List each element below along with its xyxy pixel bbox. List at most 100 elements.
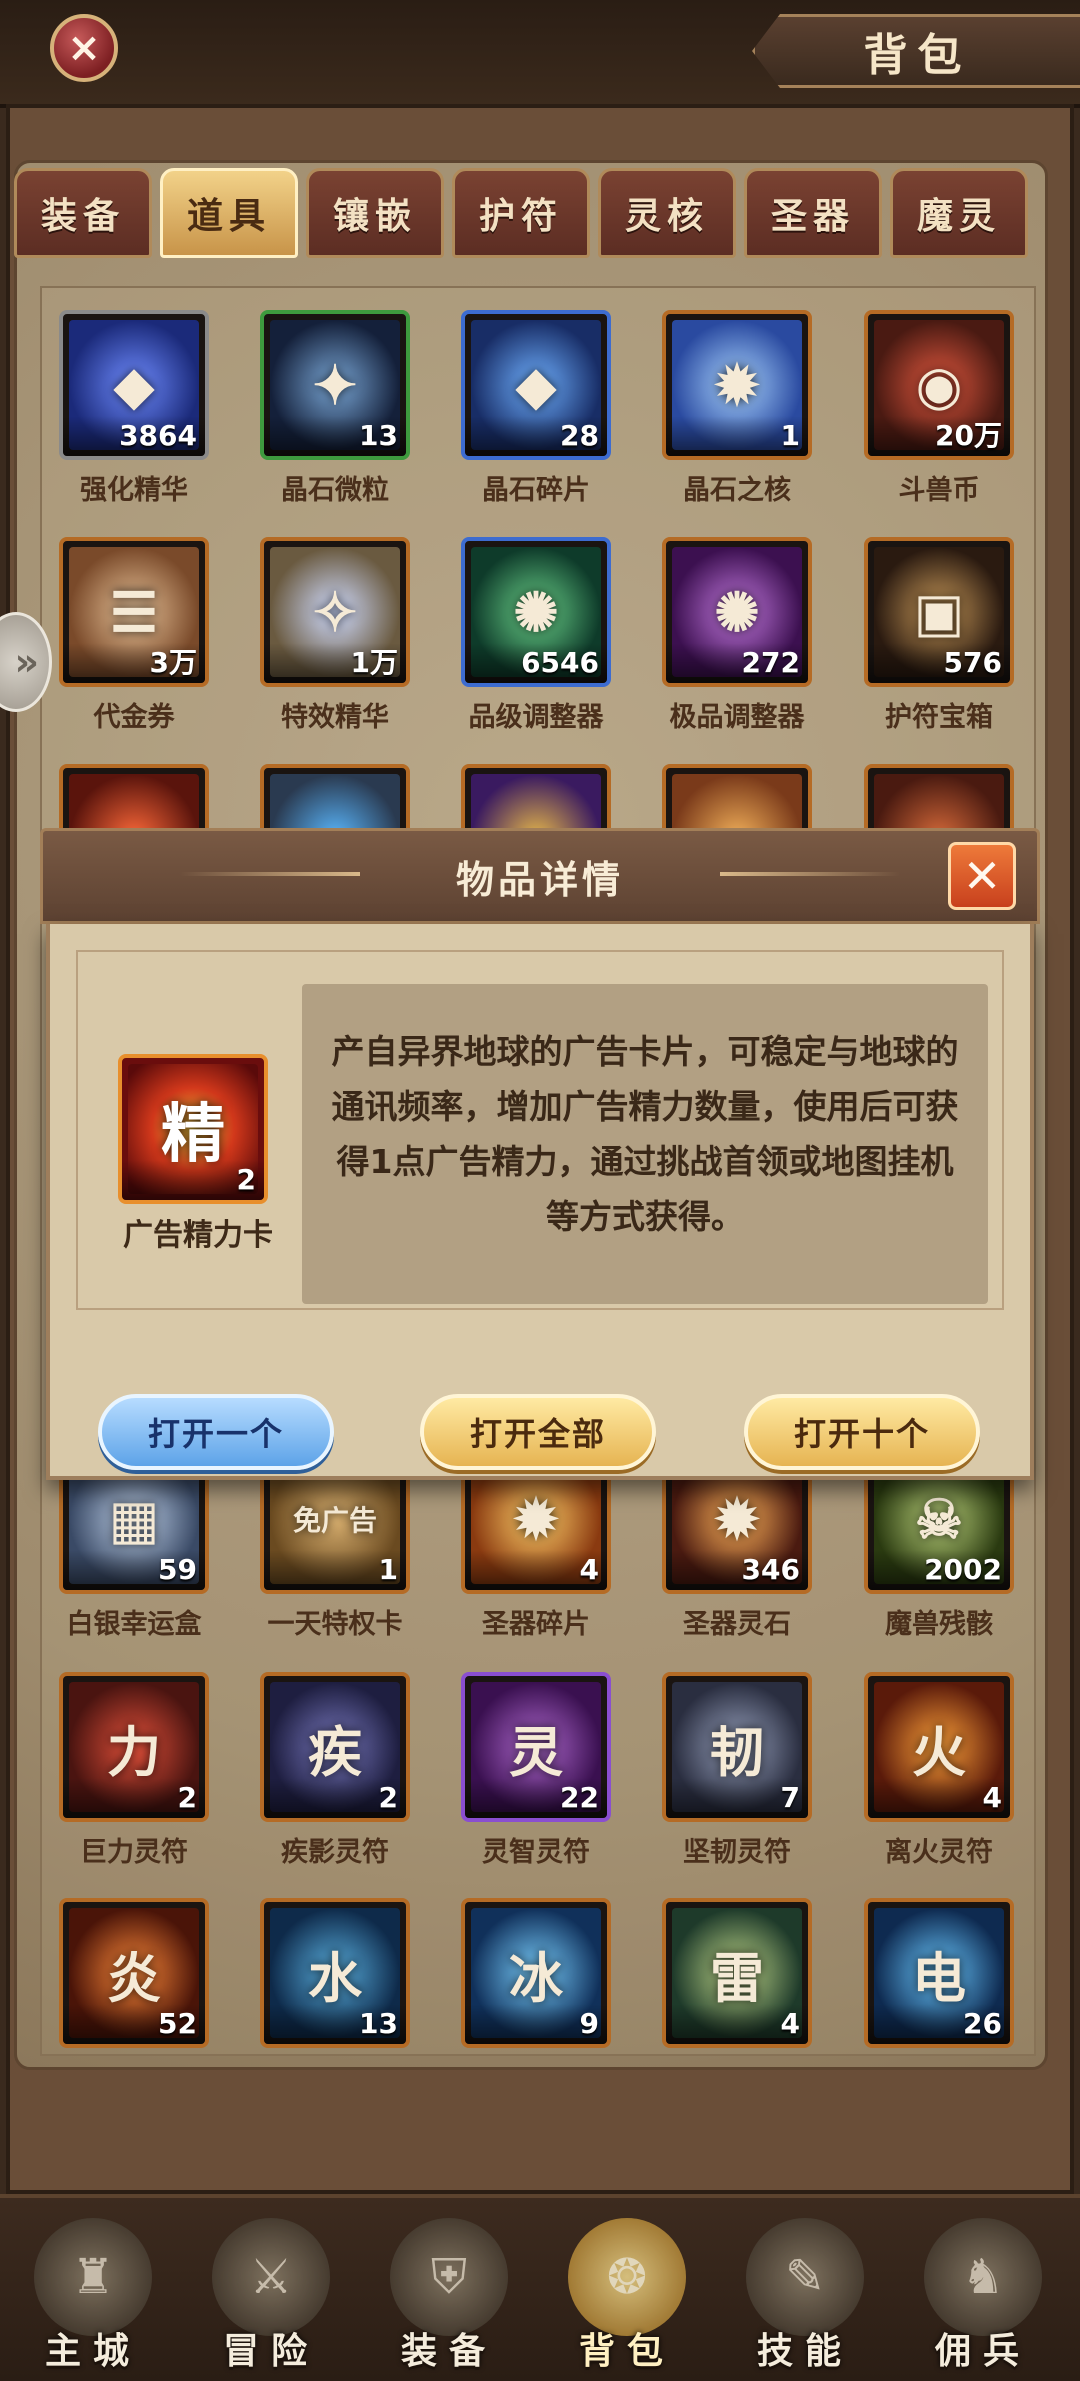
item-slot[interactable]: ✧ 1万特效精华 <box>260 537 410 733</box>
item-slot[interactable]: 力 2 巨力灵符 <box>59 1672 209 1868</box>
description-box: 产自异界地球的广告卡片，可稳定与地球的通讯频率，增加广告精力数量，使用后可获得1… <box>302 984 988 1304</box>
item-frame: 炎 52 <box>59 1898 209 2048</box>
item-slot[interactable]: ✹ 1 晶石之核 <box>662 310 812 506</box>
open-all-button[interactable]: 打开全部 <box>420 1394 656 1470</box>
helmet-icon: ⛨ <box>390 2218 508 2336</box>
open-ten-button[interactable]: 打开十个 <box>744 1394 980 1470</box>
item-count: 2002 <box>868 1550 1010 1590</box>
item-name: 极品调整器 <box>669 702 805 733</box>
item-frame: ◆ 3864 <box>59 310 209 460</box>
bottom-nav: ♜ 主城 ⚔ 冒险 ⛨ 装备 ❂ 背包 ✎ 技能 ♞ 佣兵 <box>0 2194 1080 2381</box>
item-count: 20万 <box>868 416 1010 456</box>
item-count: 9 <box>465 2004 607 2044</box>
item-name: 品级调整器 <box>468 702 604 733</box>
nav-item[interactable]: ⛨ 装备 <box>374 2214 524 2374</box>
item-frame: ◆ 28 <box>461 310 611 460</box>
item-slot[interactable]: 疾 2 疾影灵符 <box>260 1672 410 1868</box>
item-slot[interactable]: 冰9 <box>461 1898 611 2048</box>
nav-label: 佣兵 <box>934 2331 1031 2372</box>
item-name: 晶石之核 <box>683 475 791 506</box>
item-slot[interactable]: ◆ 28 晶石碎片 <box>461 310 611 506</box>
item-frame: ☰ 3万 <box>59 537 209 687</box>
item-count: 13 <box>264 2004 406 2044</box>
item-frame: ✧ 1万 <box>260 537 410 687</box>
item-frame: 灵 22 <box>461 1672 611 1822</box>
item-name: 圣器灵石 <box>683 1609 791 1640</box>
item-slot[interactable]: ✦ 13 晶石微粒 <box>260 310 410 506</box>
item-detail-dialog: 物品详情 ✕ 精 2 广告精力卡 产自异界地球的广告卡片，可稳定与地球的通讯频率… <box>40 828 1040 1488</box>
item-slot[interactable]: ◆ 3864 强化精华 <box>59 310 209 506</box>
item-frame: ◉ 20万 <box>864 310 1014 460</box>
nav-item[interactable]: ⚔ 冒险 <box>196 2214 346 2374</box>
nav-label: 主城 <box>44 2331 141 2372</box>
item-slot[interactable]: ◉ 20万斗兽币 <box>864 310 1014 506</box>
skill-book-icon: ✎ <box>746 2218 864 2336</box>
item-slot[interactable]: ▣ 576 护符宝箱 <box>864 537 1014 733</box>
crossed-swords-icon: ⚔ <box>212 2218 330 2336</box>
item-slot[interactable]: 灵 22 灵智灵符 <box>461 1672 611 1868</box>
item-name: 斗兽币 <box>898 475 980 506</box>
detail-item-icon: 精 2 <box>118 1054 268 1204</box>
item-frame: ✺ 6546 <box>461 537 611 687</box>
item-count: 272 <box>666 643 808 683</box>
item-name: 魔兽残骸 <box>885 1609 993 1640</box>
item-count: 22 <box>465 1778 607 1818</box>
item-name: 一天特权卡 <box>267 1609 403 1640</box>
item-count: 7 <box>666 1778 808 1818</box>
detail-item-name: 广告精力卡 <box>123 1218 273 1253</box>
item-slot[interactable]: 电 26 <box>864 1898 1014 2048</box>
item-slot[interactable]: 火 4 离火灵符 <box>864 1672 1014 1868</box>
item-frame: ✺ 272 <box>662 537 812 687</box>
item-name: 离火灵符 <box>885 1837 993 1868</box>
item-count: 1 <box>666 416 808 456</box>
item-count: 52 <box>63 2004 205 2044</box>
item-frame: 疾2 <box>260 1672 410 1822</box>
item-slot[interactable]: 水 13 <box>260 1898 410 2048</box>
knight-icon: ♞ <box>924 2218 1042 2336</box>
nav-item[interactable]: ✎ 技能 <box>730 2214 880 2374</box>
item-name: 坚韧灵符 <box>683 1837 791 1868</box>
item-name: 白银幸运盒 <box>66 1609 202 1640</box>
item-frame: 电 26 <box>864 1898 1014 2048</box>
item-slot[interactable]: 韧 7 坚韧灵符 <box>662 1672 812 1868</box>
item-name: 晶石碎片 <box>482 475 590 506</box>
item-name: 特效精华 <box>281 702 389 733</box>
item-slot[interactable]: 炎 52 <box>59 1898 209 2048</box>
item-frame: 雷4 <box>662 1898 812 2048</box>
item-frame: 冰9 <box>461 1898 611 2048</box>
item-count: 26 <box>868 2004 1010 2044</box>
item-name: 晶石微粒 <box>281 475 389 506</box>
nav-item[interactable]: ❂ 背包 <box>552 2214 702 2374</box>
nav-item[interactable]: ♞ 佣兵 <box>908 2214 1058 2374</box>
item-slot[interactable]: 雷4 <box>662 1898 812 2048</box>
item-slot[interactable]: ☰ 3万代金券 <box>59 537 209 733</box>
item-slot[interactable]: ✺ 6546 品级调整器 <box>461 537 611 733</box>
bag-icon: ❂ <box>568 2218 686 2336</box>
item-slot[interactable]: ✺ 272 极品调整器 <box>662 537 812 733</box>
item-count: 3万 <box>63 643 205 683</box>
detail-item-count: 2 <box>122 1160 264 1200</box>
item-name: 灵智灵符 <box>482 1837 590 1868</box>
item-frame: ✹ 1 <box>662 310 812 460</box>
item-count: 576 <box>868 643 1010 683</box>
nav-label: 冒险 <box>222 2331 319 2372</box>
item-description: 产自异界地球的广告卡片，可稳定与地球的通讯频率，增加广告精力数量，使用后可获得1… <box>331 1032 959 1236</box>
item-count: 59 <box>63 1550 205 1590</box>
item-count: 28 <box>465 416 607 456</box>
item-name: 圣器碎片 <box>482 1609 590 1640</box>
open-one-button[interactable]: 打开一个 <box>98 1394 334 1470</box>
item-count: 2 <box>63 1778 205 1818</box>
nav-label: 技能 <box>756 2331 853 2372</box>
item-count: 13 <box>264 416 406 456</box>
item-count: 6546 <box>465 643 607 683</box>
item-name: 强化精华 <box>80 475 188 506</box>
nav-label: 装备 <box>400 2331 497 2372</box>
item-name: 疾影灵符 <box>281 1837 389 1868</box>
item-count: 4 <box>666 2004 808 2044</box>
item-frame: 水 13 <box>260 1898 410 2048</box>
item-frame: 力2 <box>59 1672 209 1822</box>
item-count: 1 <box>264 1550 406 1590</box>
nav-item[interactable]: ♜ 主城 <box>18 2214 168 2374</box>
dialog-close-button[interactable]: ✕ <box>948 842 1016 910</box>
item-name: 代金券 <box>93 702 175 733</box>
